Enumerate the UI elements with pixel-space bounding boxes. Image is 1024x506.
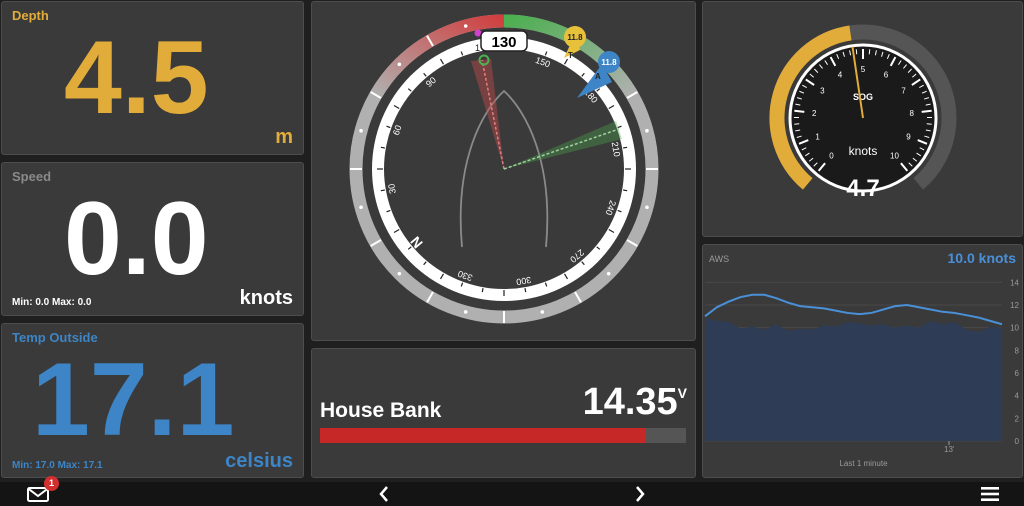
- wind-compass: 901501802102402703003303060N1 130 11.8T11.…: [349, 14, 659, 324]
- dial-tick: [623, 146, 628, 149]
- aws-y-tick: 6: [1015, 369, 1020, 378]
- bezel-dot: [397, 271, 402, 276]
- gauge-tick-label: 1: [815, 132, 820, 141]
- gauge-tick-label: 2: [812, 109, 817, 118]
- battery-panel[interactable]: House Bank 14.35V: [311, 348, 696, 478]
- speed-unit: knots: [239, 287, 293, 309]
- bezel-dot: [463, 310, 468, 314]
- gauge-tick-label: 5: [861, 65, 866, 74]
- aws-panel[interactable]: AWS 10.0 knots 14 12 10 8 6 4 2 0 13' Last 1 min…: [702, 244, 1023, 478]
- speed-panel[interactable]: Speed 0.0 knots Min: 0.0 Max: 0.0: [1, 162, 304, 316]
- gauge-tick: [921, 109, 932, 113]
- menu-button[interactable]: [976, 482, 1004, 506]
- gauge-tick: [794, 109, 805, 113]
- true-wind-value: 11.8: [567, 33, 583, 42]
- battery-bar-track: [320, 428, 686, 443]
- aws-footer: Last 1 minute: [839, 459, 888, 468]
- gauge-tick-label: 0: [829, 152, 834, 161]
- dial-tick: [380, 146, 385, 149]
- chevron-right-icon: [636, 486, 645, 502]
- aws-y-tick: 14: [1010, 278, 1019, 287]
- bezel-dot: [397, 62, 402, 67]
- battery-voltage: 14.35: [582, 381, 678, 423]
- depth-value: 4.5: [64, 20, 209, 136]
- chevron-left-icon: [379, 486, 388, 502]
- hamburger-menu-icon: [981, 487, 999, 501]
- gauge-tick-label: 6: [884, 71, 889, 80]
- sog-panel[interactable]: 0 1 2 3 4 5 6 7 8 9 10 SOG knots 4.7: [702, 1, 1023, 237]
- dial-label: 1: [475, 43, 480, 53]
- temp-value: 17.1: [32, 342, 235, 458]
- dial-tick: [623, 189, 628, 192]
- sog-gauge: 0 1 2 3 4 5 6 7 8 9 10 SOG knots 4.7: [769, 24, 957, 202]
- gauge-tick-label: 8: [910, 109, 915, 118]
- aws-y-tick: 12: [1010, 301, 1019, 310]
- sog-label: SOG: [853, 92, 873, 102]
- dial-tick: [481, 288, 484, 293]
- depth-panel[interactable]: Depth 4.5 m: [1, 1, 304, 155]
- dial-tick: [380, 189, 385, 192]
- previous-page-button[interactable]: [370, 482, 398, 506]
- dial-tick: [524, 288, 527, 293]
- speed-title: Speed: [12, 169, 52, 184]
- depth-unit: m: [275, 126, 293, 148]
- battery-bar-fill: [320, 428, 646, 443]
- gauge-tick-label: 3: [820, 87, 825, 96]
- bezel-dot: [463, 24, 468, 28]
- sog-unit: knots: [849, 144, 878, 158]
- notifications-button[interactable]: 1: [18, 476, 59, 506]
- wind-compass-panel[interactable]: 90 150 180 210 240 270 300 330 30 60 N 1 130 11.8 T 11.…: [311, 1, 696, 341]
- aws-time-label: 13': [944, 445, 955, 454]
- true-wind-label: T: [568, 51, 573, 60]
- aws-line: [704, 293, 1003, 326]
- aws-chart: 14 12 10 8 6 4 2 0 13': [704, 278, 1020, 454]
- sog-value: 4.7: [846, 175, 879, 202]
- gauge-tick-label: 4: [838, 71, 843, 80]
- bezel-dot: [359, 205, 363, 210]
- gauge-tick-label: 10: [890, 152, 899, 161]
- apparent-wind-label: A: [595, 72, 601, 81]
- depth-title: Depth: [12, 8, 49, 23]
- dial-label: 30: [386, 183, 398, 195]
- aws-y-tick: 10: [1010, 324, 1019, 333]
- temp-unit: celsius: [225, 450, 293, 472]
- battery-name: House Bank: [320, 399, 442, 422]
- bezel-dot: [645, 128, 649, 133]
- apparent-wind-value: 11.8: [601, 58, 617, 67]
- bezel-dot: [359, 128, 363, 133]
- bezel-dot: [540, 310, 545, 314]
- gauge-tick-label: 9: [906, 132, 911, 141]
- heading-value: 130: [491, 34, 516, 51]
- gauge-tick-label: 7: [901, 87, 906, 96]
- notification-badge: 1: [44, 476, 59, 491]
- speed-value: 0.0: [64, 181, 209, 297]
- temp-panel[interactable]: Temp Outside 17.1 celsius Min: 17.0 Max:…: [1, 323, 304, 478]
- aws-y-tick: 8: [1015, 346, 1020, 355]
- battery-unit: V: [677, 385, 687, 401]
- bottom-navigation-bar: 1: [0, 476, 1024, 506]
- aws-y-tick: 4: [1015, 392, 1020, 401]
- aws-y-tick: 0: [1015, 437, 1020, 446]
- next-page-button[interactable]: [626, 482, 654, 506]
- speed-minmax: Min: 0.0 Max: 0.0: [12, 297, 92, 308]
- bezel-dot: [645, 205, 649, 210]
- aws-area: [705, 317, 1002, 441]
- aws-y-tick: 2: [1015, 414, 1020, 423]
- bezel-dot: [606, 271, 611, 276]
- battery-value: 14.35V: [583, 381, 687, 424]
- temp-minmax: Min: 17.0 Max: 17.1: [12, 460, 103, 471]
